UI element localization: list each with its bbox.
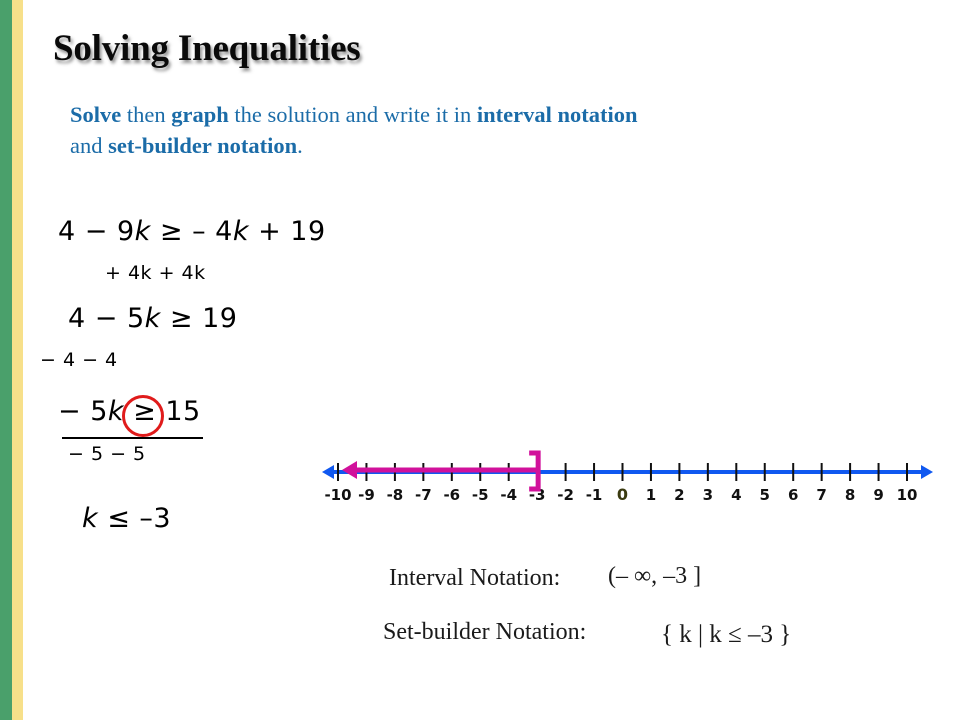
eq2-variable: k — [144, 303, 161, 334]
number-line-label: -4 — [500, 486, 517, 504]
number-line-label: -1 — [586, 486, 603, 504]
number-line-label: 4 — [731, 486, 741, 504]
instruction-text-period: . — [297, 133, 303, 158]
eq1-tail: + 19 — [249, 216, 326, 247]
eq4-tail: ≤ –3 — [98, 503, 172, 534]
axis-right-arrowhead — [921, 465, 933, 479]
eq3-left: − 5 — [58, 396, 108, 427]
eq1-variable: k — [134, 216, 151, 247]
eq2-left: 4 − 5 — [68, 303, 145, 334]
inequality-sign-highlight-circle — [122, 395, 164, 437]
number-line-label: -5 — [472, 486, 489, 504]
instruction-emphasis-interval: interval notation — [476, 102, 638, 127]
page-title: Solving Inequalities — [53, 28, 361, 69]
axis-left-arrowhead — [322, 465, 334, 479]
number-line-label: -7 — [415, 486, 432, 504]
number-line-label: 9 — [873, 486, 883, 504]
number-line-label: 1 — [646, 486, 656, 504]
instruction-emphasis-setbuilder: set-builder notation — [108, 133, 298, 158]
left-green-bar — [0, 0, 12, 720]
division-bar — [62, 437, 203, 439]
number-line-label: 6 — [788, 486, 798, 504]
equation-step-2-operation: − 4 − 4 — [40, 349, 118, 371]
instructions-text: Solve then graph the solution and write … — [70, 99, 910, 161]
instruction-emphasis-solve: Solve — [70, 102, 122, 127]
set-builder-notation-label: Set-builder Notation: — [383, 619, 587, 645]
instruction-text-then: then — [121, 102, 172, 127]
number-line-label: -6 — [443, 486, 460, 504]
eq4-variable: k — [82, 503, 99, 534]
equation-step-2: 4 − 5k ≥ 19 — [68, 303, 237, 334]
number-line-label: -8 — [387, 486, 404, 504]
eq1-left: 4 − 9 — [58, 216, 135, 247]
eq2-tail: ≥ 19 — [160, 303, 238, 334]
number-line-label: 2 — [674, 486, 684, 504]
number-line-graph: -10 -9 -8 -7 -6 -5 -4 -3 -2 -1 0 1 2 3 4 5 6 7 8 9 10 — [315, 448, 940, 510]
instruction-emphasis-graph: graph — [171, 102, 229, 127]
instruction-text-and: and — [70, 133, 109, 158]
interval-notation-label: Interval Notation: — [389, 565, 561, 591]
number-line-label: 5 — [760, 486, 770, 504]
equation-solution: k ≤ –3 — [82, 503, 171, 534]
number-line-label: 3 — [703, 486, 713, 504]
number-line-label: 8 — [845, 486, 855, 504]
left-yellow-bar — [12, 0, 23, 720]
interval-notation-value: (– ∞, –3 ] — [608, 563, 702, 589]
number-line-label: -9 — [358, 486, 375, 504]
equation-step-1-operation: + 4k + 4k — [105, 262, 206, 284]
number-line-label: 10 — [897, 486, 918, 504]
set-builder-notation-value: { k | k ≤ –3 } — [661, 621, 792, 648]
slide-canvas: Solving Inequalities Solve then graph th… — [0, 0, 960, 720]
instruction-text-middle: the solution and write it in — [228, 102, 477, 127]
number-line-label: 7 — [816, 486, 826, 504]
equation-step-3-operation: − 5 − 5 — [68, 443, 146, 465]
eq1-variable-2: k — [232, 216, 249, 247]
number-line-label: -10 — [324, 486, 351, 504]
equation-step-1: 4 − 9k ≥ – 4k + 19 — [58, 216, 326, 247]
number-line-label: -2 — [557, 486, 574, 504]
number-line-label-zero: 0 — [617, 485, 628, 504]
solution-ray-arrowhead — [342, 461, 357, 479]
eq1-relation: ≥ – 4 — [150, 216, 233, 247]
